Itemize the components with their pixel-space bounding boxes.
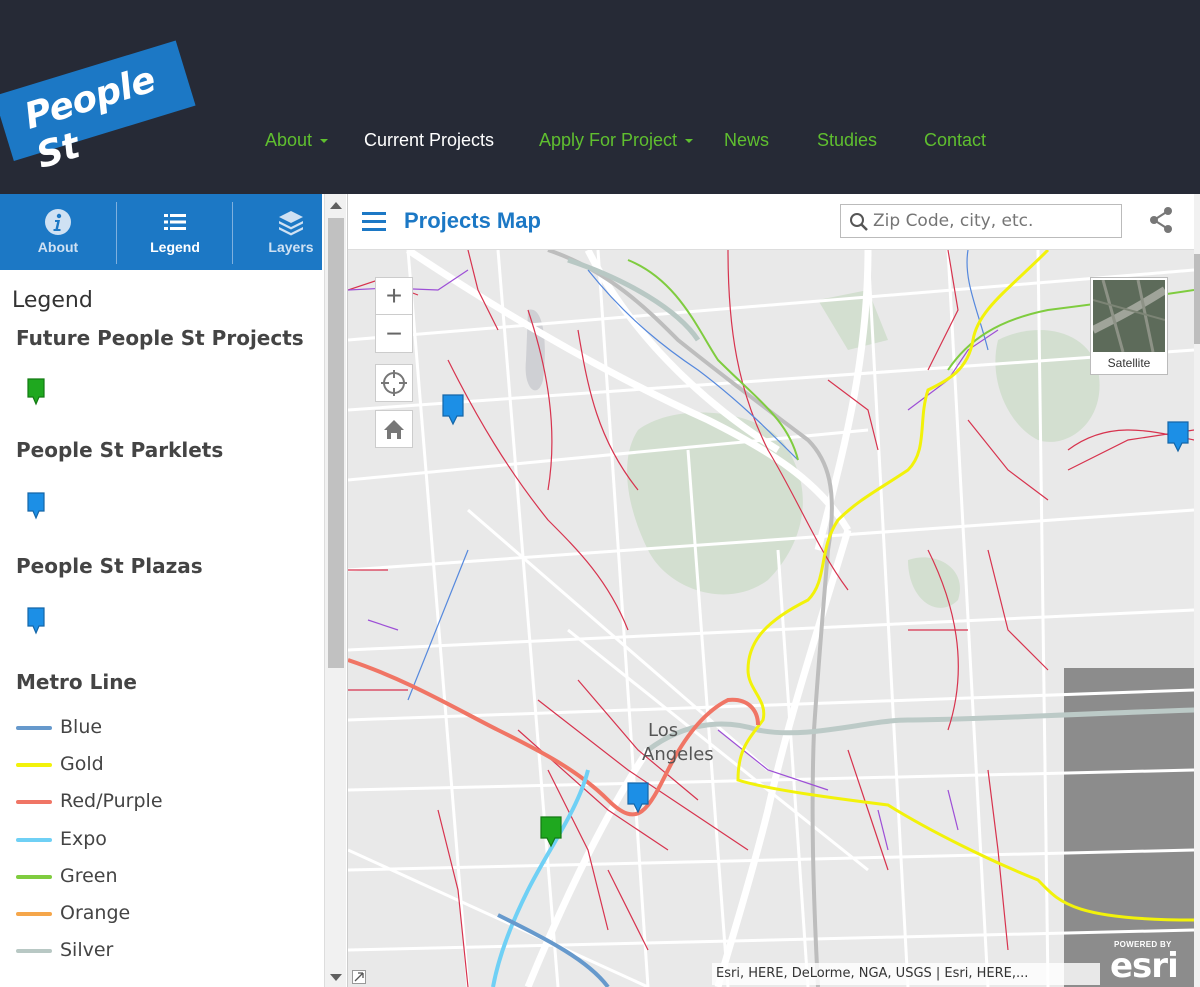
home-icon bbox=[384, 420, 404, 439]
nav-current-projects-label: Current Projects bbox=[364, 130, 495, 150]
share-icon[interactable] bbox=[1148, 206, 1174, 234]
parklet-marker-icon[interactable] bbox=[441, 393, 465, 427]
green-marker-icon bbox=[27, 378, 45, 406]
home-button[interactable] bbox=[375, 410, 413, 448]
legend-metro-item: Orange bbox=[16, 902, 130, 924]
map-title: Projects Map bbox=[404, 208, 541, 233]
nav-about[interactable]: About bbox=[265, 130, 329, 151]
page-scrollbar[interactable] bbox=[1194, 194, 1200, 987]
side-panel-tabs: About Legend Layers bbox=[0, 194, 322, 270]
nav-apply-for-project[interactable]: Apply For Project bbox=[539, 130, 694, 151]
map-attribution: Esri, HERE, DeLorme, NGA, USGS | Esri, H… bbox=[712, 963, 1100, 985]
logo-text: People St bbox=[19, 59, 161, 177]
legend-metro-item: Gold bbox=[16, 753, 104, 775]
side-panel: About Legend Layers Legend Future People… bbox=[0, 194, 348, 987]
layers-icon bbox=[279, 211, 303, 236]
nav-contact[interactable]: Contact bbox=[924, 130, 986, 151]
list-icon bbox=[164, 214, 186, 230]
nav-news-label: News bbox=[724, 130, 770, 150]
basemap bbox=[348, 250, 1194, 987]
line-swatch bbox=[16, 725, 52, 730]
side-panel-scrollbar[interactable] bbox=[324, 194, 346, 987]
metro-label: Orange bbox=[60, 902, 131, 924]
search-box bbox=[840, 204, 1122, 238]
esri-logo: POWERED BY esri bbox=[1110, 940, 1190, 986]
legend-metro-item: Blue bbox=[16, 716, 102, 738]
nav-contact-label: Contact bbox=[924, 130, 987, 150]
basemap-toggle-label: Satellite bbox=[1107, 356, 1151, 370]
search-icon[interactable] bbox=[849, 212, 869, 232]
future-project-marker-icon[interactable] bbox=[539, 815, 563, 849]
map-toolbar: Projects Map bbox=[348, 194, 1194, 250]
basemap-toggle[interactable]: Satellite bbox=[1090, 277, 1168, 375]
nav-current-projects[interactable]: Current Projects bbox=[364, 130, 494, 151]
tab-about[interactable]: About bbox=[0, 194, 116, 270]
legend-group-title: Future People St Projects bbox=[16, 326, 304, 350]
scrollbar-thumb[interactable] bbox=[328, 218, 344, 668]
locate-icon bbox=[381, 370, 407, 396]
scroll-up-icon[interactable] bbox=[330, 202, 342, 209]
blue-marker-icon bbox=[27, 492, 45, 520]
metro-label: Blue bbox=[60, 716, 103, 738]
page-scrollbar-thumb[interactable] bbox=[1194, 254, 1200, 344]
metro-label: Green bbox=[60, 865, 118, 887]
legend-group-title: People St Plazas bbox=[16, 554, 203, 578]
zoom-control: + − bbox=[375, 277, 413, 353]
hamburger-menu-icon[interactable] bbox=[362, 212, 386, 232]
line-swatch bbox=[16, 762, 52, 767]
chevron-down-icon bbox=[685, 139, 694, 144]
info-icon bbox=[45, 209, 71, 235]
legend-metro-item: Green bbox=[16, 865, 118, 887]
chevron-down-icon bbox=[320, 139, 329, 144]
nav-studies[interactable]: Studies bbox=[817, 130, 877, 151]
line-swatch bbox=[16, 911, 52, 916]
zoom-out-button[interactable]: − bbox=[376, 316, 412, 353]
nav-about-label: About bbox=[265, 130, 313, 150]
map-view[interactable]: Los Angeles + − Satellite Esri, HERE, De… bbox=[348, 250, 1194, 987]
line-swatch bbox=[16, 874, 52, 879]
nav-studies-label: Studies bbox=[817, 130, 878, 150]
plaza-marker-icon[interactable] bbox=[626, 781, 650, 815]
search-input[interactable] bbox=[873, 209, 1113, 233]
locate-button[interactable] bbox=[375, 364, 413, 402]
city-label: Angeles bbox=[642, 744, 714, 765]
tab-about-label: About bbox=[37, 239, 79, 255]
scroll-down-icon[interactable] bbox=[330, 974, 342, 981]
legend-metro-item: Silver bbox=[16, 939, 113, 961]
metro-label: Red/Purple bbox=[60, 790, 163, 812]
zoom-in-button[interactable]: + bbox=[376, 278, 412, 315]
blue-marker-icon bbox=[27, 607, 45, 635]
metro-label: Silver bbox=[60, 939, 114, 961]
resize-icon[interactable] bbox=[352, 970, 366, 984]
legend-metro-item: Red/Purple bbox=[16, 790, 163, 812]
metro-label: Expo bbox=[60, 828, 107, 850]
site-header: People St About Current Projects Apply F… bbox=[0, 0, 1200, 194]
nav-news[interactable]: News bbox=[724, 130, 769, 151]
line-swatch bbox=[16, 948, 52, 953]
tab-legend[interactable]: Legend bbox=[117, 194, 233, 270]
site-logo[interactable]: People St bbox=[0, 40, 196, 177]
satellite-thumbnail bbox=[1093, 280, 1165, 352]
line-swatch bbox=[16, 837, 52, 842]
parklet-marker-icon[interactable] bbox=[1166, 420, 1190, 454]
nav-apply-label: Apply For Project bbox=[539, 130, 678, 150]
legend-group-title: Metro Line bbox=[16, 670, 137, 694]
legend-metro-item: Expo bbox=[16, 828, 107, 850]
legend-group-title: People St Parklets bbox=[16, 438, 224, 462]
line-swatch bbox=[16, 799, 52, 804]
metro-label: Gold bbox=[60, 753, 104, 775]
city-label: Los bbox=[648, 720, 679, 741]
esri-wordmark: esri bbox=[1110, 946, 1179, 986]
tab-legend-label: Legend bbox=[150, 239, 200, 255]
legend-title: Legend bbox=[12, 288, 93, 313]
